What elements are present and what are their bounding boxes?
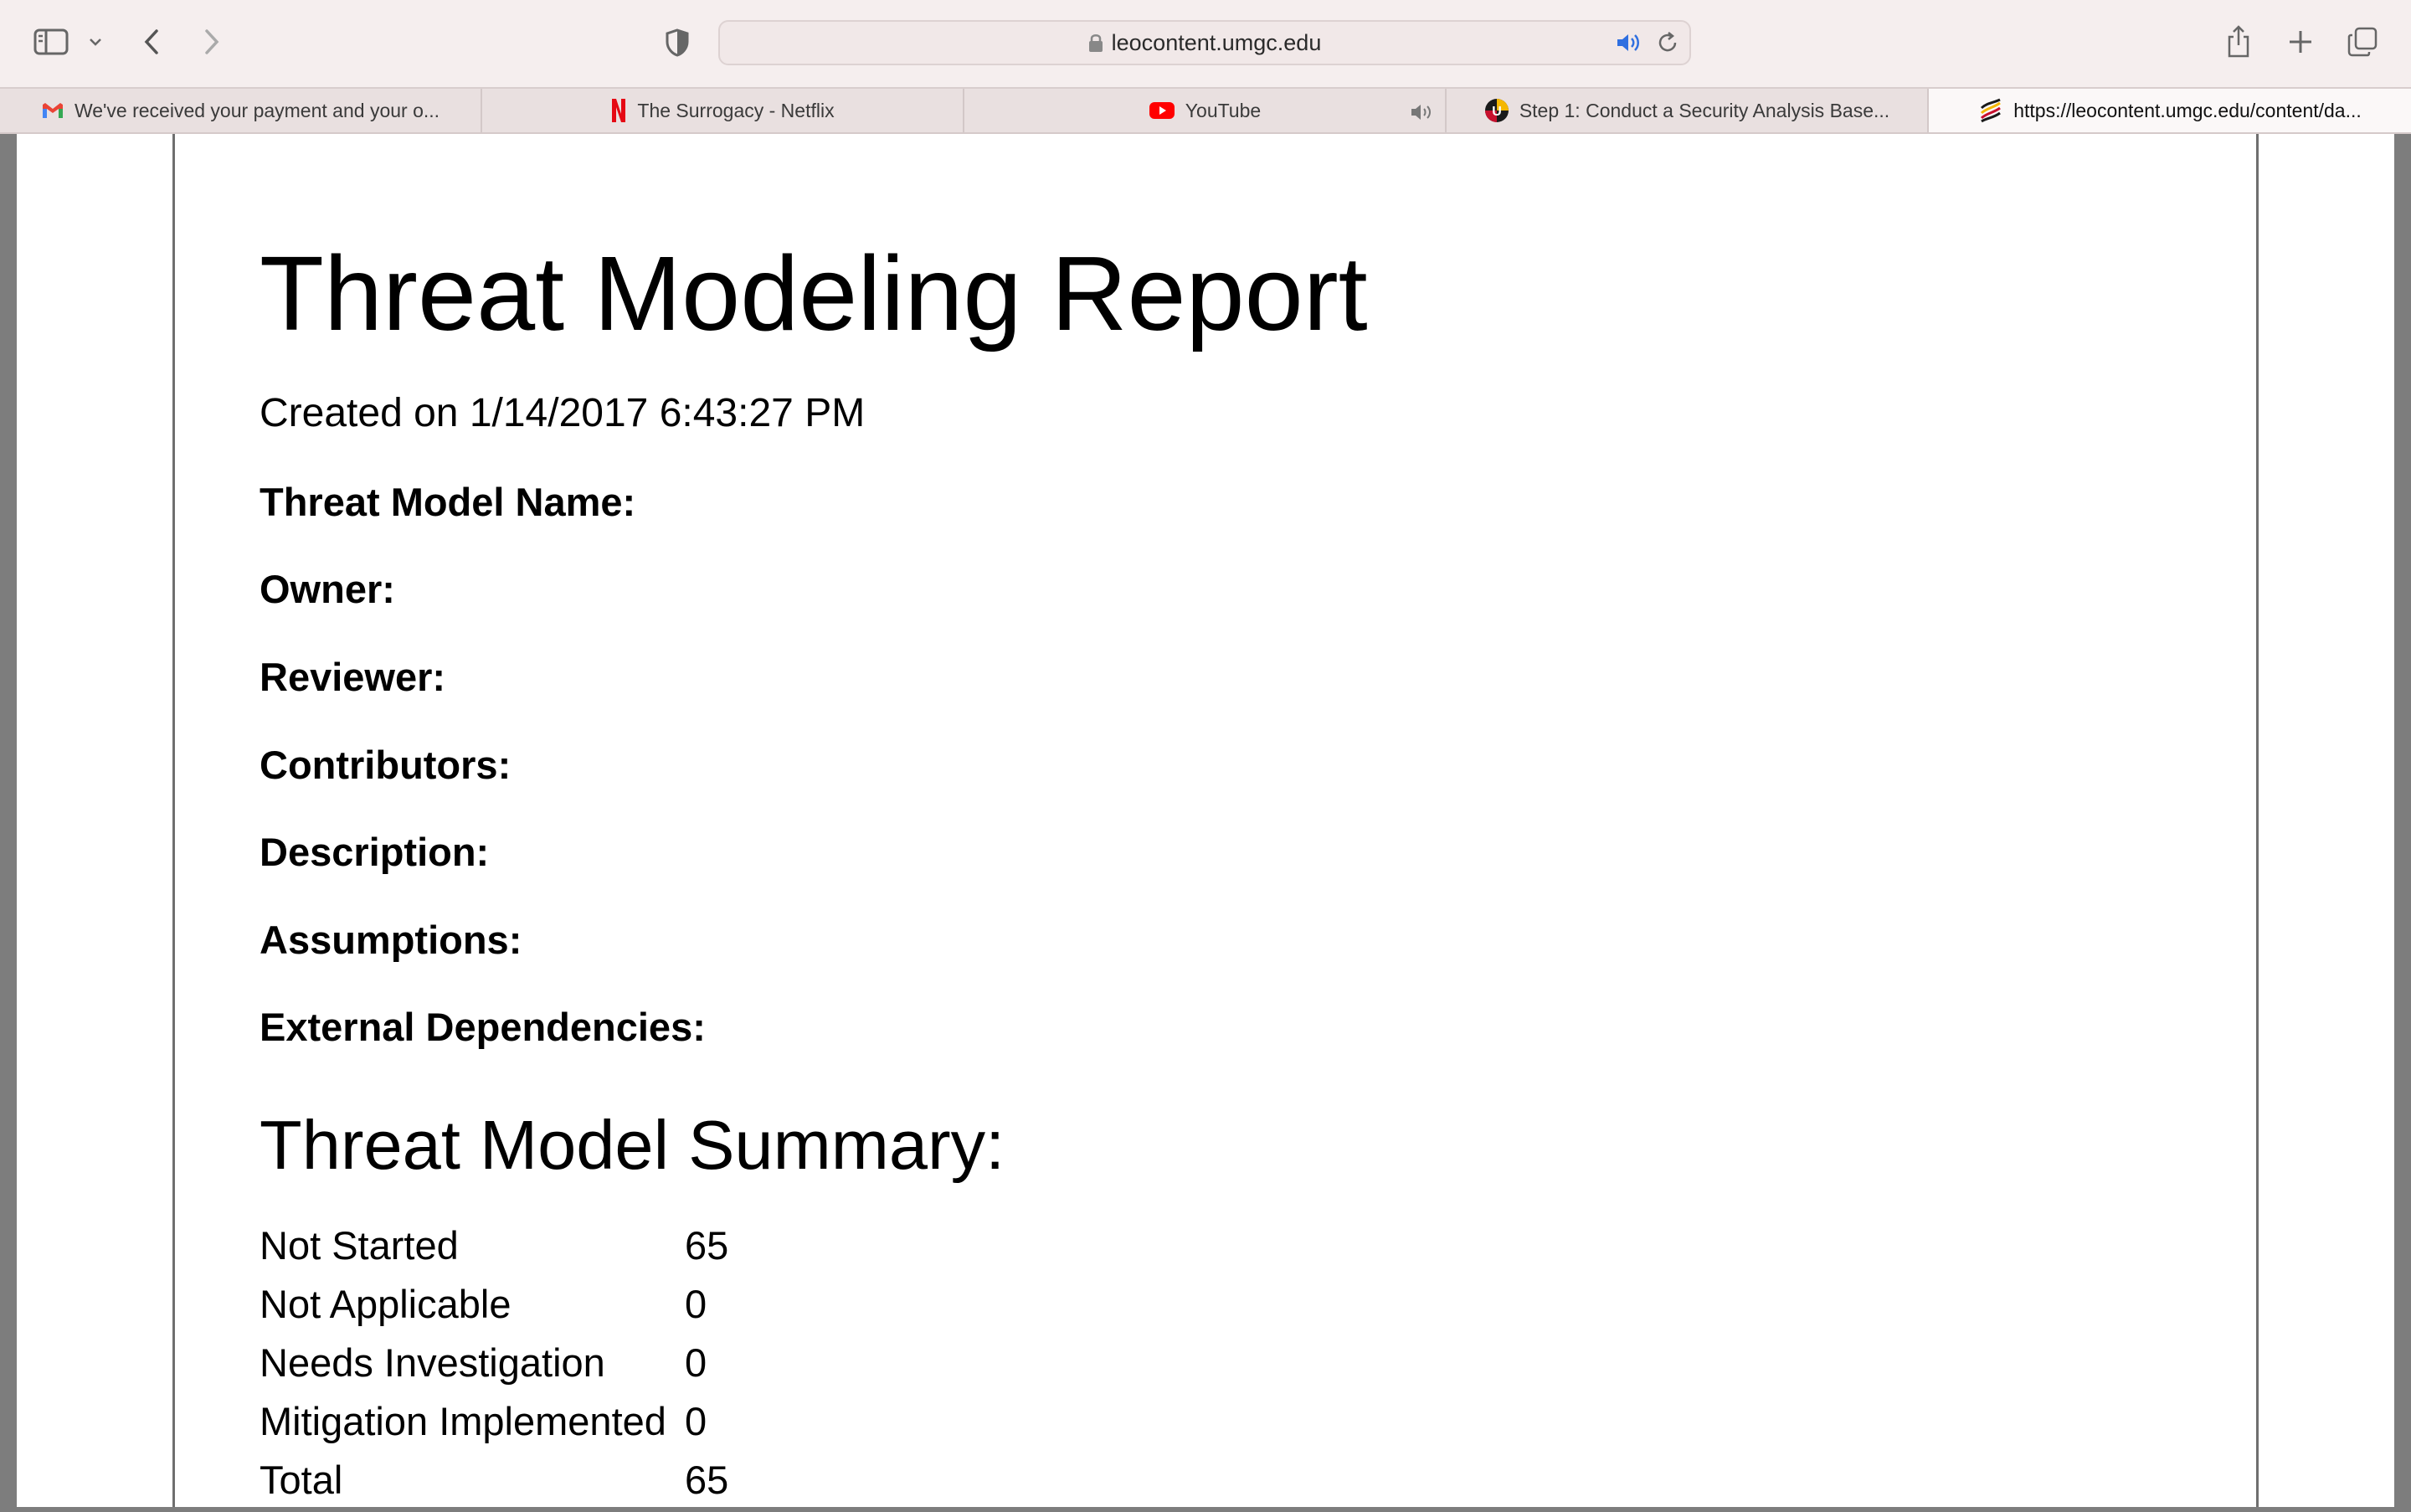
browser-toolbar: leocontent.umgc.edu (0, 0, 2411, 87)
umgc-icon: U (1484, 98, 1509, 123)
document-viewport[interactable]: Threat Modeling Report Created on 1/14/2… (17, 134, 2394, 1507)
summary-label: Needs Investigation (260, 1340, 605, 1385)
tab-step1[interactable]: U Step 1: Conduct a Security Analysis Ba… (1447, 89, 1929, 132)
summary-value: 0 (685, 1399, 707, 1443)
reload-icon[interactable] (1656, 31, 1679, 59)
tabs-icon[interactable] (2346, 25, 2379, 59)
summary-label: Not Started (260, 1223, 459, 1268)
created-date: Created on 1/14/2017 6:43:27 PM (260, 391, 866, 435)
chevron-down-icon[interactable] (85, 30, 105, 54)
external-dependencies-label: External Dependencies: (260, 1005, 706, 1049)
assumptions-label: Assumptions: (260, 918, 522, 962)
shield-icon[interactable] (663, 27, 691, 59)
tab-bar: We've received your payment and your o..… (0, 87, 2411, 134)
tab-label: YouTube (1185, 99, 1262, 121)
umgc-flag-icon (1978, 98, 2003, 123)
summary-value: 65 (685, 1223, 729, 1268)
threat-model-name-label: Threat Model Name: (260, 480, 636, 524)
tab-netflix[interactable]: The Surrogacy - Netflix (482, 89, 964, 132)
plus-icon[interactable] (2285, 25, 2316, 59)
back-icon[interactable] (137, 25, 166, 59)
share-icon[interactable] (2223, 23, 2254, 60)
tab-youtube[interactable]: YouTube (964, 89, 1447, 132)
summary-value: 0 (685, 1282, 707, 1326)
tab-gmail[interactable]: We've received your payment and your o..… (0, 89, 482, 132)
tab-label: We've received your payment and your o..… (74, 99, 440, 121)
summary-value: 0 (685, 1340, 707, 1385)
report-title: Threat Modeling Report (260, 234, 1368, 352)
netflix-icon (610, 98, 627, 123)
summary-title: Threat Model Summary: (260, 1106, 1005, 1184)
owner-label: Owner: (260, 567, 395, 611)
summary-label: Mitigation Implemented (260, 1399, 666, 1443)
description-label: Description: (260, 830, 490, 874)
summary-value: 65 (685, 1458, 729, 1502)
forward-icon[interactable] (198, 25, 226, 59)
lock-icon (1088, 33, 1103, 53)
svg-text:U: U (1492, 105, 1502, 119)
tab-current[interactable]: https://leocontent.umgc.edu/content/da..… (1929, 89, 2411, 132)
tab-label: The Surrogacy - Netflix (637, 99, 835, 121)
contributors-label: Contributors: (260, 743, 512, 787)
address-bar[interactable]: leocontent.umgc.edu (718, 20, 1691, 65)
youtube-icon (1149, 100, 1175, 121)
sidebar-icon[interactable] (32, 25, 70, 59)
summary-label: Total (260, 1458, 343, 1502)
summary-label: Not Applicable (260, 1282, 512, 1326)
tab-label: Step 1: Conduct a Security Analysis Base… (1519, 99, 1890, 121)
gmail-icon (41, 101, 64, 120)
reviewer-label: Reviewer: (260, 655, 446, 699)
tab-speaker-icon[interactable] (1410, 102, 1435, 127)
speaker-icon[interactable] (1616, 31, 1641, 59)
tab-label: https://leocontent.umgc.edu/content/da..… (2013, 99, 2362, 121)
address-text: leocontent.umgc.edu (1111, 29, 1322, 55)
